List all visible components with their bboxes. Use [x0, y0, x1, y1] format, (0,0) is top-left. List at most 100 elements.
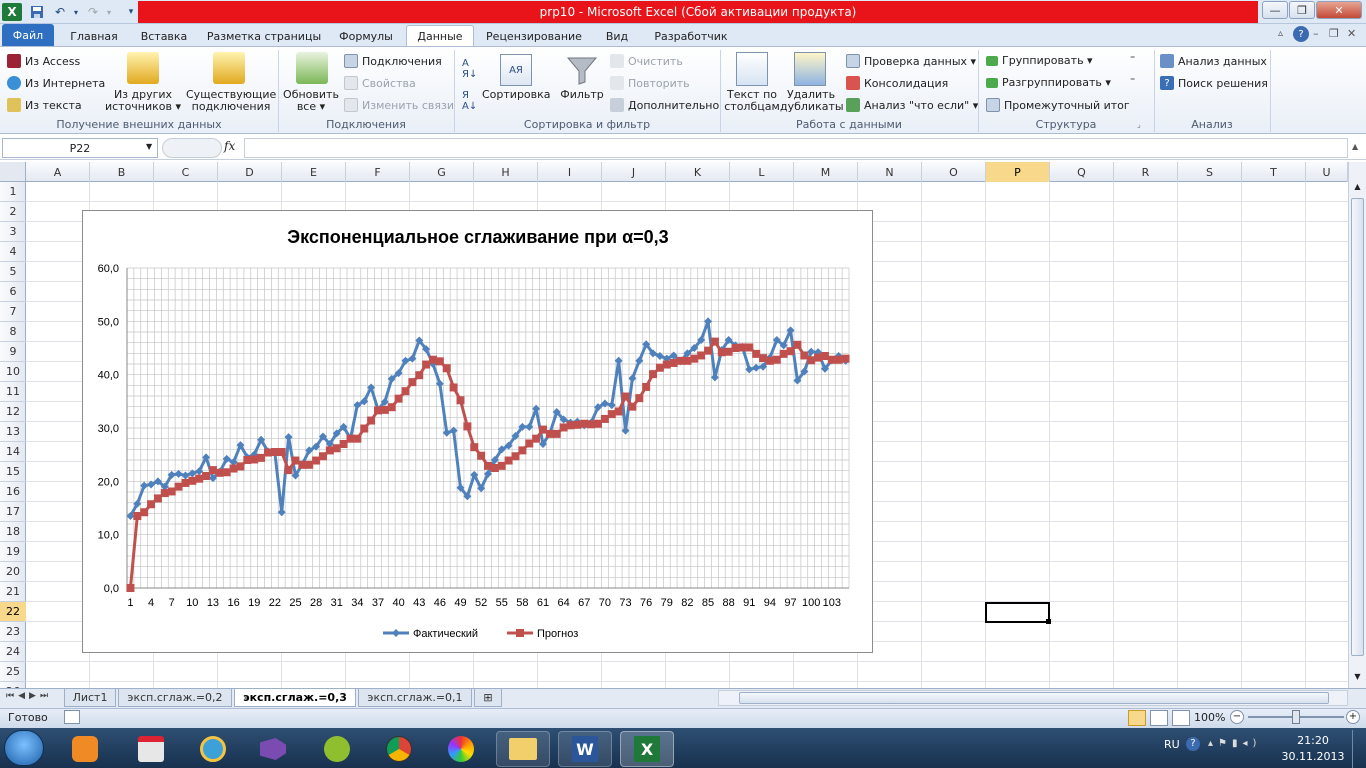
name-box[interactable]: P22 [2, 138, 158, 158]
filter-icon[interactable] [566, 54, 598, 86]
column-header-e[interactable]: E [282, 162, 346, 182]
refresh-all-label[interactable]: Обновить все ▾ [280, 89, 342, 113]
subtotal-button[interactable]: Промежуточный итог [986, 98, 1130, 112]
sheet-tab-3[interactable]: эксп.сглаж.=0,3 [234, 689, 356, 707]
row-header-7[interactable]: 7 [0, 302, 26, 322]
column-header-n[interactable]: N [858, 162, 922, 182]
row-header-3[interactable]: 3 [0, 222, 26, 242]
horizontal-scroll-thumb[interactable] [739, 692, 1329, 704]
save-icon[interactable] [27, 3, 47, 21]
column-header-q[interactable]: Q [1050, 162, 1114, 182]
tab-formulas[interactable]: Формулы [330, 26, 402, 47]
existing-connections-label[interactable]: Существующие подключения [186, 89, 276, 113]
taskbar-excel-icon[interactable]: X [620, 731, 674, 767]
remove-duplicates-button[interactable]: Удалить дубликаты [780, 89, 844, 113]
tab-home[interactable]: Главная [62, 26, 126, 47]
text-to-columns-icon[interactable] [736, 52, 768, 86]
column-header-u[interactable]: U [1306, 162, 1348, 182]
row-header-12[interactable]: 12 [0, 402, 26, 422]
tray-time[interactable]: 21:20 [1288, 734, 1338, 747]
tray-date[interactable]: 30.11.2013 [1280, 750, 1346, 763]
from-access-button[interactable]: Из Access [7, 54, 80, 68]
doc-close-icon[interactable]: ✕ [1347, 27, 1356, 40]
taskbar-calendar-app-icon[interactable] [124, 731, 178, 767]
tab-view[interactable]: Вид [594, 26, 640, 47]
column-header-h[interactable]: H [474, 162, 538, 182]
column-header-f[interactable]: F [346, 162, 410, 182]
taskbar-game-icon[interactable] [310, 731, 364, 767]
collapse-ribbon-icon[interactable]: ▵ [1278, 28, 1283, 39]
row-header-5[interactable]: 5 [0, 262, 26, 282]
connections-button[interactable]: Подключения [344, 54, 442, 68]
minimize-button[interactable]: — [1262, 1, 1288, 19]
properties-button[interactable]: Свойства [344, 76, 416, 90]
clear-filter-button[interactable]: Очистить [610, 54, 683, 68]
row-header-11[interactable]: 11 [0, 382, 26, 402]
scroll-up-icon[interactable]: ▲ [1350, 182, 1365, 196]
macro-record-icon[interactable] [64, 710, 80, 724]
doc-minimize-icon[interactable]: – [1313, 27, 1319, 40]
row-header-22[interactable]: 22 [0, 602, 26, 622]
taskbar-picasa-icon[interactable] [434, 731, 488, 767]
chart-area[interactable]: Экспоненциальное сглаживание при α=0,3 0,… [82, 210, 873, 653]
advanced-filter-button[interactable]: Дополнительно [610, 98, 719, 112]
fill-handle[interactable] [1046, 619, 1051, 624]
row-header-21[interactable]: 21 [0, 582, 26, 602]
from-other-sources-label[interactable]: Из других источников ▾ [100, 89, 186, 113]
ungroup-button[interactable]: Разгруппировать ▾ [986, 76, 1111, 89]
from-text-button[interactable]: Из текста [7, 98, 82, 112]
close-button[interactable]: ✕ [1316, 1, 1362, 19]
column-header-r[interactable]: R [1114, 162, 1178, 182]
sheet-tab-2[interactable]: эксп.сглаж.=0,2 [118, 689, 232, 707]
row-header-20[interactable]: 20 [0, 562, 26, 582]
remove-duplicates-icon[interactable] [794, 52, 826, 86]
sort-az-icon[interactable]: А Я↓ [462, 58, 477, 80]
data-validation-button[interactable]: Проверка данных ▾ [846, 54, 976, 68]
vertical-scroll-thumb[interactable] [1351, 198, 1364, 656]
maximize-button[interactable]: ❐ [1289, 1, 1315, 19]
row-header-25[interactable]: 25 [0, 662, 26, 682]
taskbar-chrome-icon[interactable] [372, 731, 426, 767]
select-all-corner[interactable] [0, 162, 26, 182]
doc-restore-icon[interactable]: ❐ [1329, 27, 1339, 40]
row-header-15[interactable]: 15 [0, 462, 26, 482]
taskbar-word-icon[interactable]: W [558, 731, 612, 767]
page-layout-view-icon[interactable] [1150, 710, 1168, 726]
scroll-down-icon[interactable]: ▼ [1350, 672, 1365, 686]
outline-dialog-launcher-icon[interactable]: ⌟ [1137, 120, 1141, 129]
redo-dropdown-icon[interactable]: ▾ [99, 3, 119, 21]
taskbar-visual-studio-icon[interactable] [246, 731, 300, 767]
from-web-button[interactable]: Из Интернета [7, 76, 105, 90]
from-other-sources-button[interactable] [118, 52, 168, 86]
column-header-p[interactable]: P [986, 162, 1050, 182]
solver-button[interactable]: ? Поиск решения [1160, 76, 1268, 90]
consolidate-button[interactable]: Консолидация [846, 76, 948, 90]
row-header-18[interactable]: 18 [0, 522, 26, 542]
taskbar-media-player-icon[interactable] [58, 731, 112, 767]
refresh-all-button[interactable] [296, 52, 330, 86]
column-header-d[interactable]: D [218, 162, 282, 182]
column-header-c[interactable]: C [154, 162, 218, 182]
hide-detail-icon[interactable]: ⁼ [1130, 76, 1135, 87]
selected-cell[interactable] [985, 602, 1050, 623]
existing-connections-button[interactable] [213, 52, 249, 86]
horizontal-scrollbar[interactable] [718, 690, 1348, 706]
tab-file[interactable]: Файл [2, 24, 54, 46]
taskbar-player-icon[interactable] [186, 731, 240, 767]
sort-za-icon[interactable]: Я А↓ [462, 90, 477, 112]
insert-function-icon[interactable]: fx [224, 139, 235, 153]
filter-button[interactable]: Фильтр [556, 89, 608, 101]
sheet-tab-1[interactable]: Лист1 [64, 689, 116, 707]
column-header-m[interactable]: M [794, 162, 858, 182]
column-header-k[interactable]: K [666, 162, 730, 182]
row-header-6[interactable]: 6 [0, 282, 26, 302]
start-button[interactable] [4, 730, 44, 766]
what-if-button[interactable]: Анализ "что если" ▾ [846, 98, 978, 112]
formula-input[interactable] [244, 138, 1348, 158]
row-header-19[interactable]: 19 [0, 542, 26, 562]
column-header-b[interactable]: B [90, 162, 154, 182]
column-header-t[interactable]: T [1242, 162, 1306, 182]
sort-button-icon[interactable]: АЯ [500, 54, 532, 86]
row-header-14[interactable]: 14 [0, 442, 26, 462]
zoom-in-icon[interactable]: + [1346, 710, 1360, 724]
